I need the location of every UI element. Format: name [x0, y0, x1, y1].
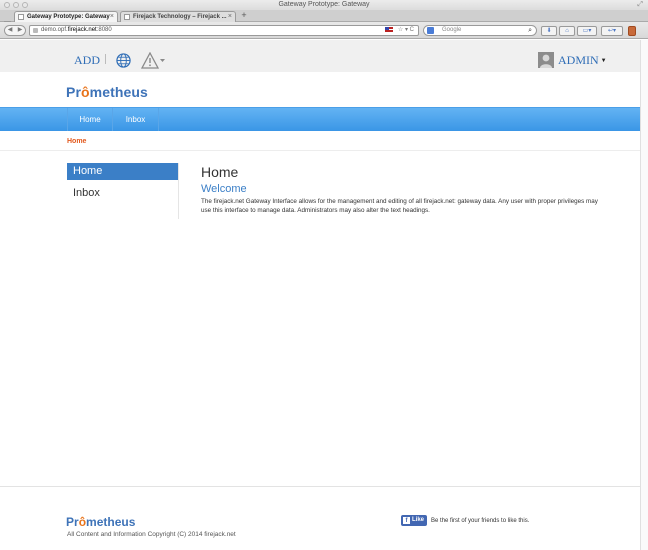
home-button[interactable]: ⌂ [559, 26, 575, 36]
fullscreen-icon[interactable]: ⤢ [637, 1, 643, 9]
history-buttons: ◀ ▶ [4, 25, 26, 36]
tab-close-icon[interactable]: × [228, 12, 232, 22]
addon-button[interactable]: ↩▾ [601, 26, 623, 36]
like-label: Like [412, 517, 425, 523]
breadcrumb[interactable]: Home [67, 138, 86, 145]
logo-flame-icon: ô [81, 84, 90, 100]
new-tab-button[interactable]: + [238, 10, 250, 21]
logo-text-start: Pr [66, 515, 79, 529]
forward-icon[interactable]: ▶ [15, 26, 25, 35]
window-titlebar: Gateway Prototype: Gateway ⤢ [0, 0, 648, 10]
caret-down-icon: ▼ [600, 58, 607, 65]
url-suffix: :8080 [96, 27, 112, 33]
welcome-text: The firejack.net Gateway Interface allow… [201, 198, 598, 214]
window-title: Gateway Prototype: Gateway [278, 1, 370, 8]
search-placeholder: Google [442, 27, 462, 33]
globe-icon[interactable] [116, 53, 131, 68]
main-menu: Home Inbox [0, 107, 640, 131]
copyright-text: All Content and Information Copyright (C… [67, 531, 236, 538]
admin-label: ADMIN [558, 53, 599, 67]
search-icon[interactable]: ⌕ [528, 26, 532, 35]
logo-text-end: metheus [89, 84, 148, 100]
tab-label: Firejack Technology – Firejack ... [133, 14, 227, 20]
sidebar-button[interactable]: ▭▾ [577, 26, 597, 36]
facebook-like-text: Be the first of your friends to like thi… [431, 517, 530, 524]
facebook-like-button[interactable]: f Like [401, 515, 428, 526]
footer-logo[interactable]: Prômetheus [66, 515, 135, 529]
sidebar-icon: ▭▾ [582, 28, 592, 34]
downloads-button[interactable]: ⬇ [541, 26, 557, 36]
prometheus-logo[interactable]: Prômetheus [66, 84, 148, 100]
url-input[interactable]: demo.opf.firejack.net:8080 ☆ ▾ C [29, 25, 419, 36]
minimize-window-button[interactable] [13, 2, 19, 8]
admin-menu-button[interactable]: ADMIN ▼ [558, 53, 607, 68]
facebook-icon: f [403, 517, 410, 524]
bookmark-star-icon[interactable]: ☆ [398, 27, 403, 33]
addon-icon: ↩▾ [607, 28, 617, 34]
menu-item-inbox[interactable]: Inbox [113, 108, 159, 131]
tab-bar: Gateway Prototype: Gateway × Firejack Te… [0, 10, 648, 30]
tab-label: Gateway Prototype: Gateway [27, 14, 110, 20]
logo-text-start: Pr [66, 84, 81, 100]
tab-firejack[interactable]: Firejack Technology – Firejack ... × [120, 11, 236, 22]
header-divider [105, 54, 106, 64]
tab-close-icon[interactable]: × [110, 12, 114, 22]
url-host: firejack.net [67, 27, 97, 33]
user-silhouette-icon [538, 52, 554, 68]
site-identity-icon[interactable] [33, 28, 38, 33]
sidenav-item-home[interactable]: Home [67, 163, 178, 180]
add-button[interactable]: ADD [74, 53, 100, 68]
avatar[interactable] [538, 52, 554, 68]
main-content: Home Welcome The firejack.net Gateway In… [201, 164, 601, 215]
footer-divider [0, 486, 640, 487]
search-engine-icon[interactable] [427, 27, 434, 34]
home-icon: ⌂ [565, 28, 569, 34]
zoom-window-button[interactable] [22, 2, 28, 8]
page-favicon-icon [124, 14, 130, 20]
flag-icon [385, 26, 394, 32]
extension-icon[interactable] [628, 26, 636, 36]
logo-flame-icon: ô [78, 515, 87, 529]
facebook-like-widget: f Like Be the first of your friends to l… [401, 515, 529, 526]
warning-icon[interactable] [141, 52, 167, 69]
url-bar-icons: ☆ ▾ C [385, 26, 414, 35]
sidenav-item-inbox[interactable]: Inbox [67, 185, 178, 202]
welcome-heading: Welcome [201, 183, 247, 195]
download-icon: ⬇ [546, 28, 552, 34]
url-prefix: demo.opf. [41, 27, 68, 33]
side-nav: Home Inbox [67, 163, 179, 219]
browser-navbar: ◀ ▶ demo.opf.firejack.net:8080 ☆ ▾ C Goo… [0, 22, 648, 39]
reload-icon[interactable]: C [410, 27, 414, 33]
page-scrollbar[interactable] [640, 40, 648, 550]
dropdown-icon[interactable]: ▾ [405, 27, 408, 33]
breadcrumb-divider [0, 150, 640, 151]
menu-item-home[interactable]: Home [67, 108, 113, 131]
close-window-button[interactable] [4, 2, 10, 8]
window-controls[interactable] [4, 2, 28, 8]
tab-gateway[interactable]: Gateway Prototype: Gateway × [14, 11, 118, 22]
back-icon[interactable]: ◀ [5, 26, 15, 35]
page-title: Home [201, 164, 239, 180]
page-favicon-icon [18, 14, 24, 20]
logo-text-end: metheus [86, 515, 136, 529]
search-input[interactable]: Google ⌕ [423, 25, 537, 36]
